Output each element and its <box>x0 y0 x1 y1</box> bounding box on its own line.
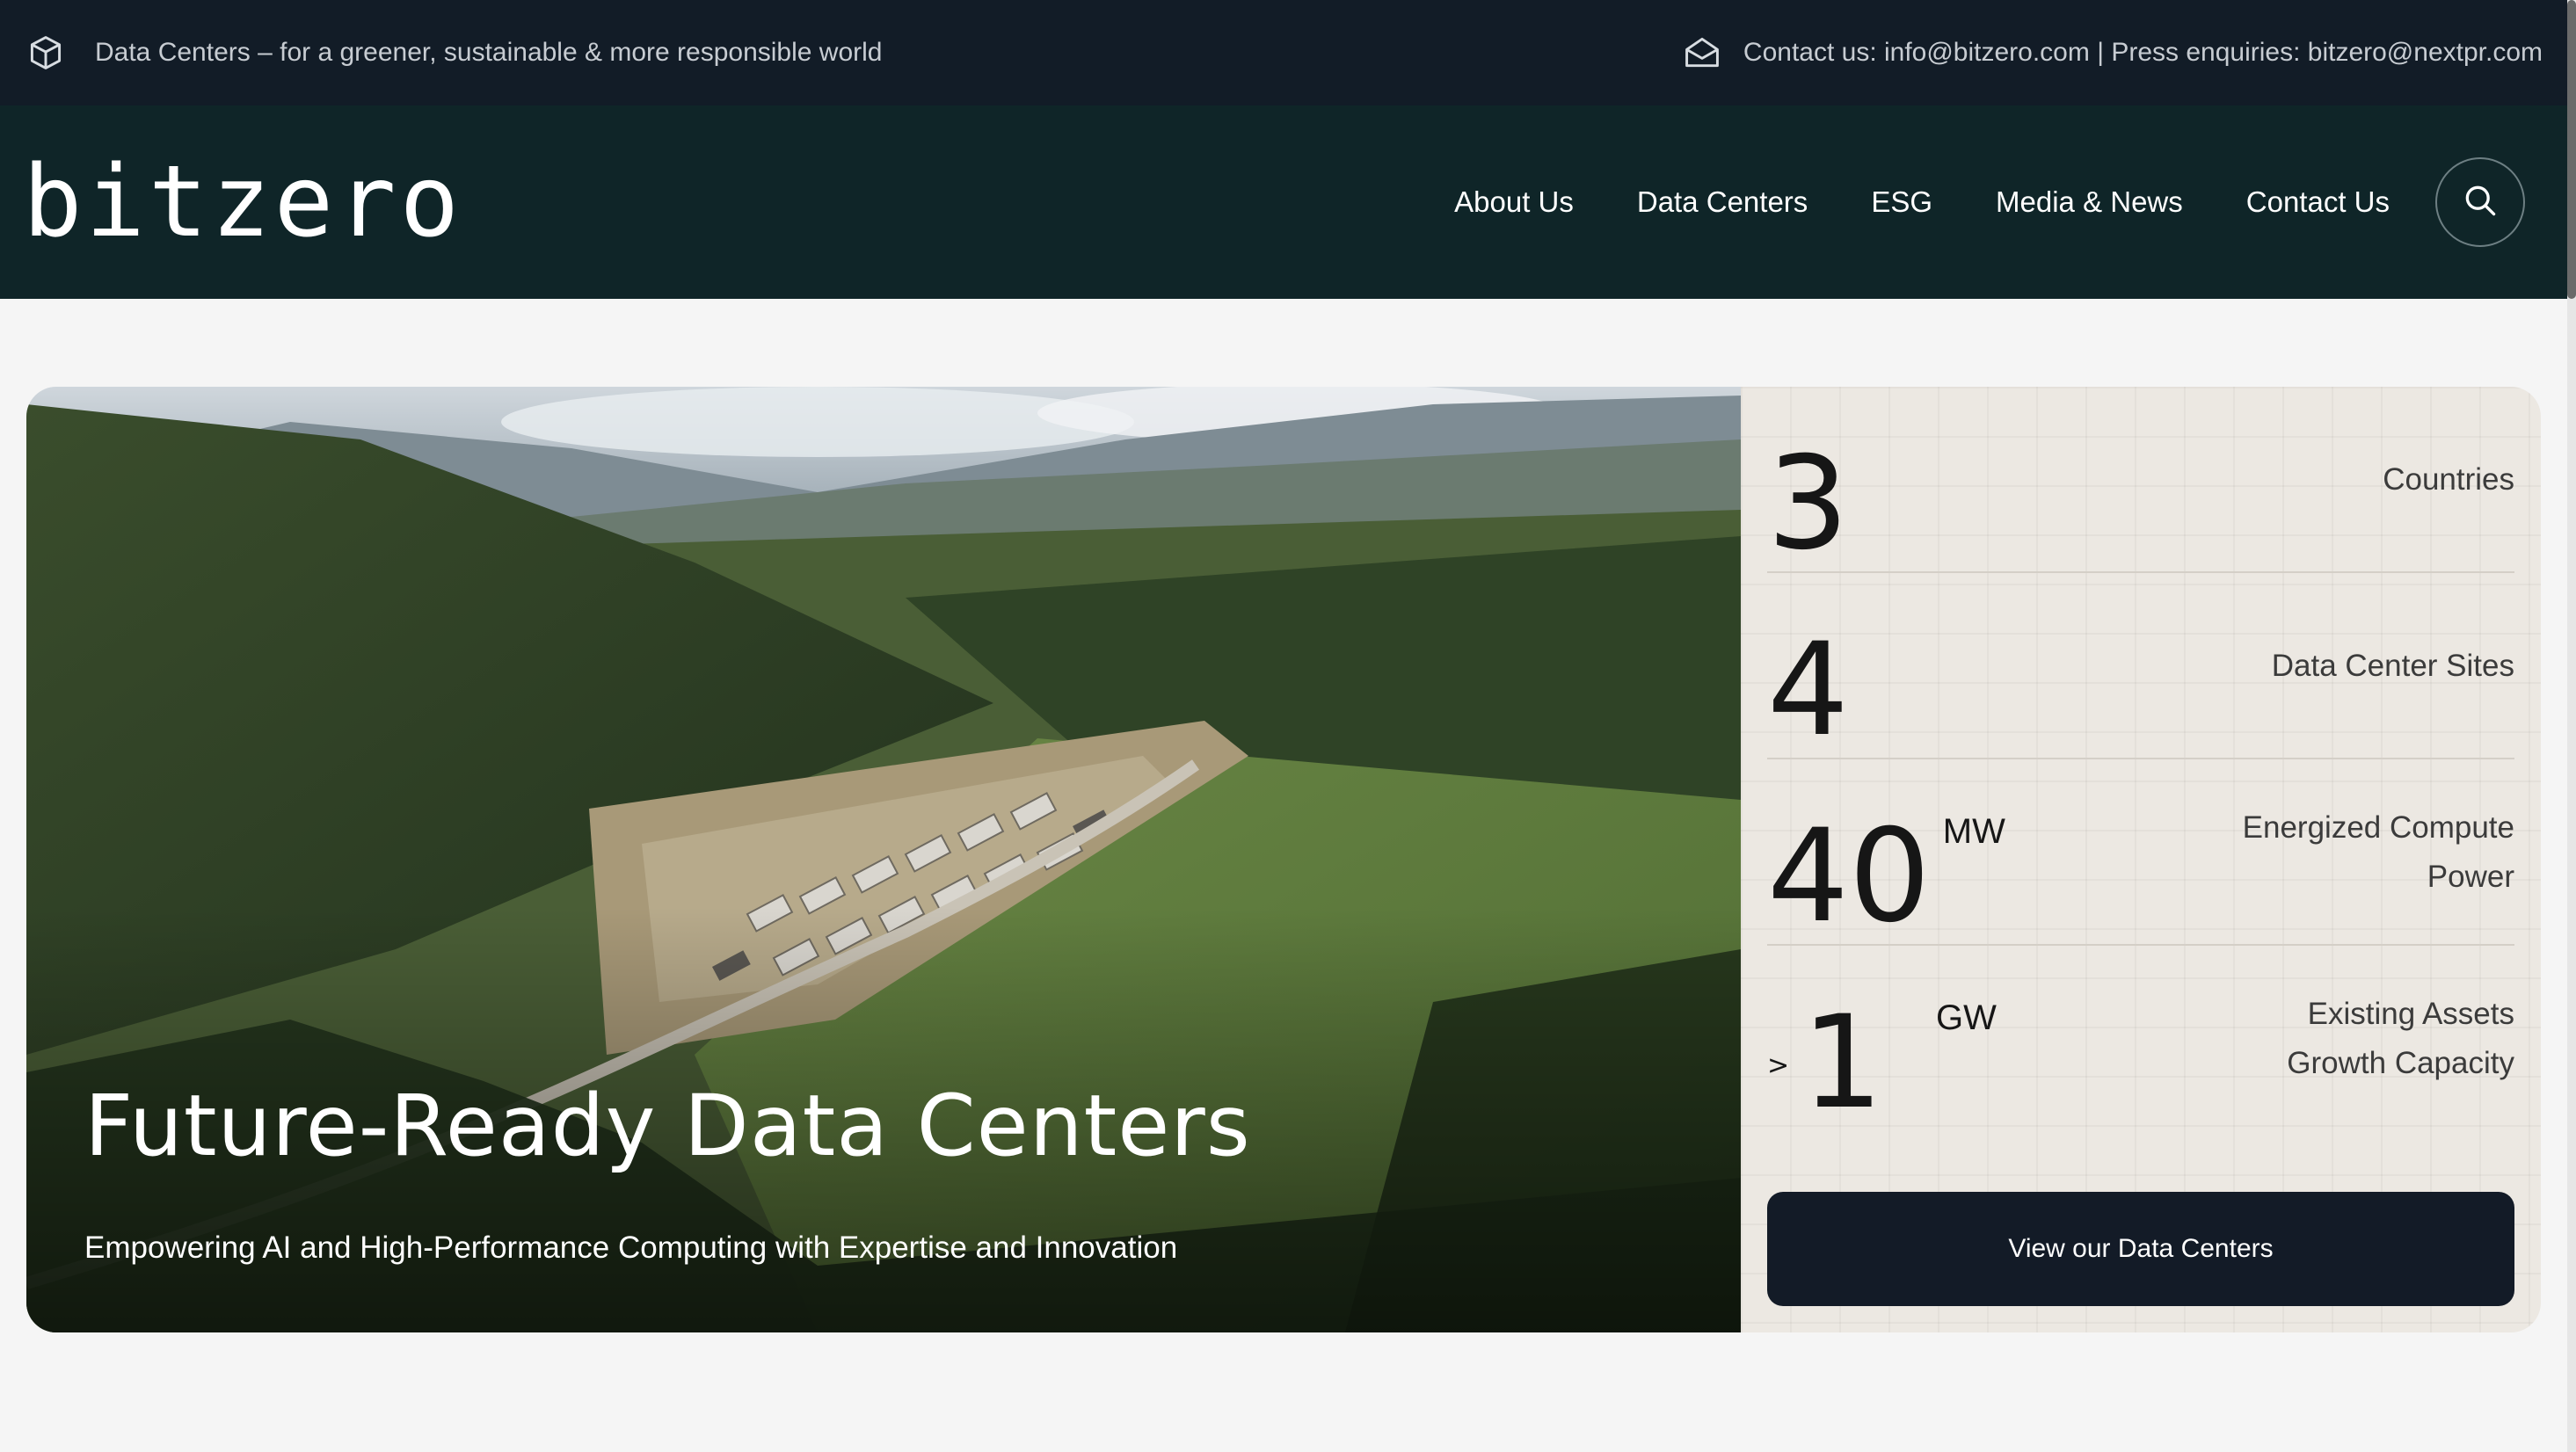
hero-text-block: Future-Ready Data Centers Empowering AI … <box>84 1076 1683 1267</box>
stat-value: > 1 GW <box>1767 998 1997 1127</box>
stat-countries: 3 Countries <box>1767 387 2514 573</box>
stat-growth-capacity: > 1 GW Existing Assets Growth Capacity <box>1767 946 2514 1132</box>
stat-value: 40 MW <box>1767 812 2005 940</box>
main-navbar: bitzero About Us Data Centers ESG Media … <box>0 105 2576 299</box>
page-scrollbar[interactable] <box>2567 0 2576 1452</box>
stat-unit: MW <box>1942 812 2005 851</box>
scrollbar-thumb[interactable] <box>2567 0 2576 299</box>
stat-number: 1 <box>1801 988 1884 1137</box>
nav-media-news[interactable]: Media & News <box>1996 185 2183 219</box>
stats-panel: 3 Countries 4 Data Center Sites 40 MW En… <box>1741 387 2541 1332</box>
stat-value: 4 <box>1767 626 1849 754</box>
nav-menu: About Us Data Centers ESG Media & News C… <box>1454 105 2390 299</box>
nav-esg[interactable]: ESG <box>1871 185 1932 219</box>
stat-label: Countries <box>2383 462 2514 497</box>
tagline-group: Data Centers – for a greener, sustainabl… <box>26 0 882 105</box>
nav-about-us[interactable]: About Us <box>1454 185 1574 219</box>
hero-subtitle: Empowering AI and High-Performance Compu… <box>84 1230 1178 1265</box>
search-icon <box>2461 181 2500 224</box>
search-button[interactable] <box>2435 157 2525 247</box>
stat-label: Data Center Sites <box>2271 649 2514 683</box>
stat-value: 3 <box>1767 439 1849 568</box>
stat-label: Existing Assets Growth Capacity <box>2287 997 2514 1080</box>
stat-number: 40 <box>1767 802 1931 951</box>
stat-energized-compute-power: 40 MW Energized Compute Power <box>1767 759 2514 946</box>
contact-text[interactable]: Contact us: info@bitzero.com | Press enq… <box>1743 38 2543 68</box>
hero-card: Future-Ready Data Centers Empowering AI … <box>26 387 2541 1332</box>
contact-group[interactable]: Contact us: info@bitzero.com | Press enq… <box>1682 0 2543 105</box>
nav-data-centers[interactable]: Data Centers <box>1637 185 1808 219</box>
hero-image: Future-Ready Data Centers Empowering AI … <box>26 387 1741 1332</box>
stat-data-center-sites: 4 Data Center Sites <box>1767 573 2514 759</box>
stat-label: Energized Compute Power <box>2242 810 2514 894</box>
stat-number: 3 <box>1767 429 1849 578</box>
top-utility-bar: Data Centers – for a greener, sustainabl… <box>0 0 2576 105</box>
tagline-text: Data Centers – for a greener, sustainabl… <box>95 38 883 67</box>
nav-contact-us[interactable]: Contact Us <box>2246 185 2390 219</box>
stat-prefix: > <box>1767 1050 1790 1081</box>
cube-icon <box>26 33 65 72</box>
hero-title: Future-Ready Data Centers <box>84 1076 1251 1175</box>
stat-number: 4 <box>1767 615 1849 765</box>
envelope-icon <box>1682 33 1722 72</box>
bitzero-logo[interactable]: bitzero <box>23 105 462 299</box>
stat-unit: GW <box>1936 998 1997 1037</box>
view-data-centers-button[interactable]: View our Data Centers <box>1767 1192 2514 1306</box>
